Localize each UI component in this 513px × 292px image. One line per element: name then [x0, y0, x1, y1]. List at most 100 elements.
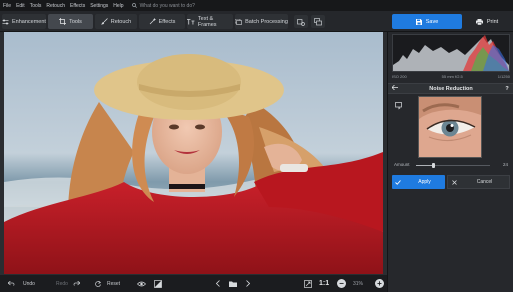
sliders-icon	[2, 19, 9, 24]
redo-label: Redo	[56, 280, 68, 287]
zoom-preview[interactable]	[418, 96, 482, 158]
floppy-disk-icon	[415, 18, 422, 25]
help-icon[interactable]: ?	[500, 86, 513, 92]
actual-size-button[interactable]: 1:1	[319, 275, 329, 292]
next-image-button[interactable]	[246, 275, 253, 292]
undo-button[interactable]: Undo	[8, 275, 35, 292]
undo-label: Undo	[23, 280, 35, 287]
zoom-out-button[interactable]: −	[337, 279, 346, 288]
tab-enhancement-label: Enhancement	[12, 18, 46, 25]
zoom-in-button[interactable]: +	[375, 279, 384, 288]
cancel-button[interactable]: Cancel	[447, 175, 510, 189]
before-after-button[interactable]	[311, 15, 325, 28]
fit-screen-icon	[304, 279, 312, 288]
printer-icon	[475, 18, 483, 25]
image-canvas[interactable]	[0, 32, 387, 275]
apply-label: Apply	[418, 179, 431, 185]
amount-value: 24	[502, 162, 508, 167]
menu-file[interactable]: File	[3, 3, 11, 9]
adjustment-panel: ISO 200 55 mm f/2.5 1/1250 Noise Reducti…	[387, 32, 513, 292]
redo-button[interactable]: Redo	[56, 275, 83, 292]
bottom-bar: Undo Redo Reset 1:1 − 31% +	[0, 275, 387, 292]
action-row: Apply Cancel	[392, 175, 510, 189]
minus-icon: −	[339, 279, 344, 288]
amount-slider-handle[interactable]	[432, 163, 436, 168]
menu-bar: File Edit Tools Retouch Effects Settings…	[0, 0, 513, 11]
eye-icon	[137, 281, 146, 286]
reset-label: Reset	[107, 280, 121, 287]
layers-icon	[314, 17, 322, 25]
photo-editor-window: File Edit Tools Retouch Effects Settings…	[0, 0, 513, 292]
brush-icon	[100, 18, 108, 25]
arrow-left-icon	[391, 84, 398, 91]
tab-text-frames[interactable]: Text & Frames	[187, 14, 233, 29]
cancel-label: Cancel	[476, 179, 493, 185]
tab-retouch-label: Retouch	[110, 18, 132, 25]
split-view-icon	[154, 279, 162, 288]
back-button[interactable]	[388, 84, 402, 92]
amount-slider-row: Amount 24	[392, 161, 510, 169]
save-label: Save	[425, 18, 439, 25]
undo-icon	[8, 281, 15, 286]
tab-batch-processing[interactable]: Batch Processing	[235, 14, 288, 29]
actual-size-label: 1:1	[319, 280, 330, 287]
magic-wand-icon	[149, 18, 156, 25]
menu-tools[interactable]: Tools	[30, 3, 42, 9]
amount-slider[interactable]	[416, 163, 490, 168]
tab-effects-label: Effects	[158, 18, 176, 25]
reset-icon	[95, 280, 101, 287]
menu-settings[interactable]: Settings	[90, 3, 108, 9]
close-icon	[451, 179, 457, 185]
tab-effects[interactable]: Effects	[139, 14, 185, 29]
exif-lens: 55 mm f/2.5	[441, 74, 463, 79]
print-label: Print	[486, 18, 499, 25]
text-icon	[187, 18, 195, 24]
histogram-graph	[393, 35, 509, 71]
eye-closeup-image	[419, 97, 481, 157]
zoom-level: 31%	[353, 275, 363, 292]
menu-retouch[interactable]: Retouch	[46, 3, 65, 9]
compare-icon	[297, 18, 305, 26]
amount-slider-fill	[416, 165, 434, 166]
panel-title: Noise Reduction	[429, 85, 473, 92]
main-toolbar: Enhancement Tools Retouch Effects Text &…	[0, 11, 513, 32]
tab-batch-processing-label: Batch Processing	[245, 18, 288, 25]
chevron-left-icon	[216, 280, 220, 287]
tab-tools[interactable]: Tools	[48, 14, 93, 29]
amount-label: Amount	[394, 162, 410, 167]
menu-help[interactable]: Help	[113, 3, 123, 9]
edited-photo[interactable]	[4, 32, 383, 274]
redo-icon	[73, 281, 80, 286]
exif-shutter: 1/1250	[497, 74, 510, 79]
save-button[interactable]: Save	[392, 14, 462, 29]
split-view-button[interactable]	[154, 275, 165, 292]
search-icon	[131, 3, 137, 8]
portrait-image	[4, 32, 383, 274]
search-placeholder: What do you want to do?	[139, 2, 195, 9]
tab-enhancement[interactable]: Enhancement	[2, 14, 46, 29]
previous-image-button[interactable]	[216, 275, 223, 292]
folder-icon	[229, 281, 237, 287]
print-button[interactable]: Print	[465, 14, 509, 29]
histogram	[392, 34, 510, 72]
crop-icon	[59, 18, 67, 25]
exif-iso: ISO 200	[392, 74, 407, 79]
fit-to-screen-button[interactable]	[304, 275, 315, 292]
open-folder-button[interactable]	[229, 275, 240, 292]
preview-loupe-button[interactable]	[395, 97, 404, 110]
loupe-icon	[395, 102, 402, 110]
zoom-level-value: 31%	[353, 280, 364, 287]
exif-info: ISO 200 55 mm f/2.5 1/1250	[392, 74, 510, 82]
search-field[interactable]: What do you want to do?	[131, 2, 195, 9]
batch-icon	[235, 18, 242, 25]
menu-edit[interactable]: Edit	[16, 3, 25, 9]
plus-icon: +	[377, 279, 382, 288]
noise-reduction-header: Noise Reduction ?	[388, 83, 513, 94]
compare-button[interactable]	[294, 15, 308, 28]
preview-toggle[interactable]	[137, 275, 149, 292]
menu-effects[interactable]: Effects	[70, 3, 85, 9]
tab-retouch[interactable]: Retouch	[95, 14, 137, 29]
reset-button[interactable]: Reset	[95, 275, 120, 292]
tab-text-frames-label: Text & Frames	[197, 15, 217, 28]
apply-button[interactable]: Apply	[392, 175, 445, 189]
